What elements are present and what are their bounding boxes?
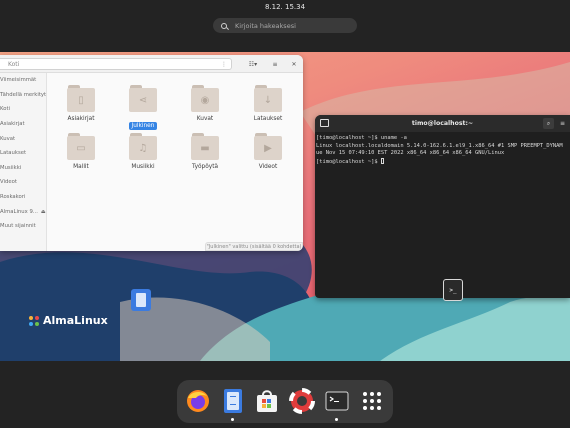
brand-name: AlmaLinux: [43, 314, 108, 327]
folder-label: Asiakirjat: [67, 116, 95, 122]
path-bar[interactable]: Koti ⋮: [0, 58, 232, 70]
sidebar-item-recent[interactable]: Viimeisimmät: [0, 73, 46, 88]
status-overlay: "Julkinen" valittu (sisältää 0 kohdetta): [205, 242, 303, 251]
dock-app-grid[interactable]: [359, 388, 385, 414]
document-icon: ▯: [67, 88, 95, 112]
terminal-line: Linux localhost.localdomain 5.14.0-162.6…: [316, 142, 563, 149]
folder-icon: ▬: [190, 133, 220, 160]
video-icon: ▶: [254, 136, 282, 160]
folder-item[interactable]: ◉ Kuvat: [175, 85, 235, 122]
terminal-prompt: [timo@localhost ~]$: [316, 158, 381, 165]
music-icon: ♫: [129, 136, 157, 160]
download-icon: ↓: [254, 88, 282, 112]
folder-grid: ▯ Asiakirjat ⋖ Julkinen ◉ Kuvat ↓ Latauk…: [47, 73, 303, 251]
path-segment-home[interactable]: Koti: [8, 61, 19, 68]
sidebar-item-downloads[interactable]: Lataukset: [0, 146, 46, 161]
folder-label: Julkinen: [128, 122, 158, 130]
almalinux-logo: AlmaLinux: [28, 314, 108, 327]
almalinux-icon: [29, 315, 39, 326]
folder-item[interactable]: ▯ Asiakirjat: [51, 85, 111, 122]
running-indicator: [335, 418, 338, 421]
sidebar-item-starred[interactable]: Tähdellä merkityt: [0, 88, 46, 103]
search-button[interactable]: ⌕: [543, 118, 554, 129]
sidebar-item-music[interactable]: Musiikki: [0, 161, 46, 176]
files-sidebar: Viimeisimmät Tähdellä merkityt Koti Asia…: [0, 73, 47, 251]
sidebar-item-videos[interactable]: Videot: [0, 175, 46, 190]
folder-label: Musiikki: [131, 164, 155, 170]
terminal-output[interactable]: [timo@localhost ~]$ uname -a Linux localh…: [315, 132, 570, 166]
menu-button[interactable]: ≡: [557, 118, 568, 129]
sidebar-item-home[interactable]: Koti: [0, 102, 46, 117]
folder-item[interactable]: ♫ Musiikki: [113, 133, 173, 170]
terminal-icon: >_: [449, 286, 457, 294]
sidebar-item-label: AlmaLinux 9...: [0, 208, 38, 215]
desktop-icon: ▬: [191, 136, 219, 160]
folder-label: Videot: [258, 164, 278, 170]
help-icon: [289, 388, 315, 414]
folder-item[interactable]: ▶ Videot: [238, 133, 298, 170]
terminal-prompt-line: [timo@localhost ~]$: [316, 157, 570, 167]
folder-label: Lataukset: [253, 116, 283, 122]
dock-app-software[interactable]: [254, 388, 280, 414]
folder-icon: ♫: [128, 133, 158, 160]
folder-item[interactable]: ⋖ Julkinen: [113, 85, 173, 131]
folder-item[interactable]: ▭ Mallit: [51, 133, 111, 170]
folder-label: Työpöytä: [191, 164, 219, 170]
folder-icon: ◉: [190, 85, 220, 112]
template-icon: ▭: [67, 136, 95, 160]
running-indicator: [231, 418, 234, 421]
more-icon[interactable]: ⋮: [221, 61, 227, 68]
files-icon: [136, 293, 146, 307]
sidebar-item-documents[interactable]: Asiakirjat: [0, 117, 46, 132]
eject-icon[interactable]: ⏏: [41, 209, 46, 215]
search-input[interactable]: Kirjoita hakeaksesi: [213, 18, 357, 33]
app-grid-icon: [363, 392, 381, 410]
sidebar-item-trash[interactable]: Roskakori: [0, 190, 46, 205]
top-bar: 8.12. 15.34: [0, 0, 570, 14]
folder-label: Kuvat: [196, 116, 214, 122]
dock-app-files[interactable]: [220, 388, 246, 414]
camera-icon: ◉: [191, 88, 219, 112]
terminal-headerbar: timo@localhost:~ ⌕ ≡: [315, 115, 570, 132]
folder-icon: ▭: [66, 133, 96, 160]
terminal-window[interactable]: timo@localhost:~ ⌕ ≡ [timo@localhost ~]$…: [315, 115, 570, 298]
dock-app-help[interactable]: [289, 388, 315, 414]
terminal-line: ue Nov 15 07:49:10 EST 2022 x86_64 x86_6…: [316, 150, 505, 157]
sidebar-item-almalinux-disk[interactable]: AlmaLinux 9... ⏏: [0, 204, 46, 219]
terminal-icon: [325, 391, 349, 411]
text-cursor: [380, 157, 384, 164]
menu-button[interactable]: ≡: [270, 59, 280, 69]
share-icon: ⋖: [129, 88, 157, 112]
sidebar-item-pictures[interactable]: Kuvat: [0, 131, 46, 146]
terminal-window-icon[interactable]: >_: [443, 279, 463, 301]
files-window-icon[interactable]: [131, 289, 151, 311]
dash-dock: [177, 380, 393, 423]
folder-icon: ▯: [66, 85, 96, 112]
software-icon: [257, 390, 277, 412]
clock[interactable]: 8.12. 15.34: [0, 3, 570, 11]
files-window[interactable]: Koti ⋮ ☷▾ ≡ ✕ Viimeisimmät Tähdellä merk…: [0, 55, 303, 251]
folder-icon: ▶: [253, 133, 283, 160]
folder-item[interactable]: ▬ Työpöytä: [175, 133, 235, 170]
folder-item[interactable]: ↓ Lataukset: [238, 85, 298, 122]
folder-icon: ↓: [253, 85, 283, 112]
terminal-title: timo@localhost:~: [411, 120, 474, 127]
view-toggle-button[interactable]: ☷▾: [246, 59, 260, 69]
dock-app-terminal[interactable]: [324, 388, 350, 414]
search-placeholder: Kirjoita hakeaksesi: [235, 21, 296, 30]
dock-app-firefox[interactable]: [185, 388, 211, 414]
sidebar-item-other-locations[interactable]: Muut sijainnit: [0, 219, 46, 234]
terminal-line: [timo@localhost ~]$ uname -a: [316, 135, 407, 141]
files-icon: [224, 389, 242, 413]
folder-icon: ⋖: [128, 85, 158, 112]
search-icon: [221, 22, 227, 29]
files-headerbar: Koti ⋮ ☷▾ ≡ ✕: [0, 55, 303, 73]
folder-label: Mallit: [73, 164, 89, 170]
firefox-icon: [187, 390, 209, 412]
close-button[interactable]: ✕: [290, 59, 298, 69]
